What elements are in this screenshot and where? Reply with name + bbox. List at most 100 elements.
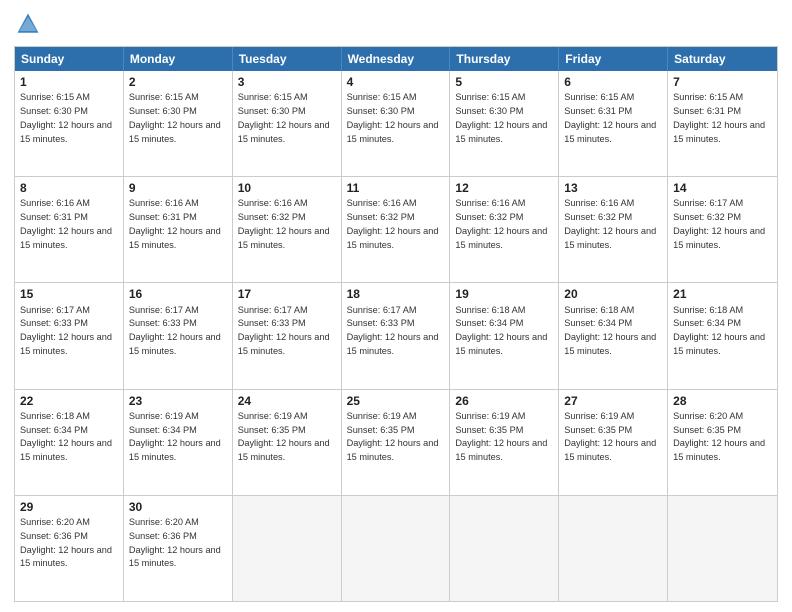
empty-cell <box>450 496 559 601</box>
page: Sunday Monday Tuesday Wednesday Thursday… <box>0 0 792 612</box>
empty-cell <box>342 496 451 601</box>
empty-cell <box>233 496 342 601</box>
header-friday: Friday <box>559 47 668 71</box>
day-cell-11: 11 Sunrise: 6:16 AMSunset: 6:32 PMDaylig… <box>342 177 451 282</box>
day-cell-22: 22 Sunrise: 6:18 AMSunset: 6:34 PMDaylig… <box>15 390 124 495</box>
day-cell-4: 4 Sunrise: 6:15 AMSunset: 6:30 PMDayligh… <box>342 71 451 176</box>
day-cell-29: 29 Sunrise: 6:20 AMSunset: 6:36 PMDaylig… <box>15 496 124 601</box>
day-number: 23 <box>129 393 227 409</box>
day-number: 27 <box>564 393 662 409</box>
day-cell-27: 27 Sunrise: 6:19 AMSunset: 6:35 PMDaylig… <box>559 390 668 495</box>
header-thursday: Thursday <box>450 47 559 71</box>
day-cell-26: 26 Sunrise: 6:19 AMSunset: 6:35 PMDaylig… <box>450 390 559 495</box>
day-info: Sunrise: 6:16 AMSunset: 6:32 PMDaylight:… <box>564 198 656 249</box>
empty-cell <box>668 496 777 601</box>
day-info: Sunrise: 6:16 AMSunset: 6:31 PMDaylight:… <box>20 198 112 249</box>
day-number: 18 <box>347 286 445 302</box>
day-cell-20: 20 Sunrise: 6:18 AMSunset: 6:34 PMDaylig… <box>559 283 668 388</box>
logo-icon <box>14 10 42 38</box>
day-number: 17 <box>238 286 336 302</box>
day-info: Sunrise: 6:17 AMSunset: 6:33 PMDaylight:… <box>347 305 439 356</box>
day-cell-28: 28 Sunrise: 6:20 AMSunset: 6:35 PMDaylig… <box>668 390 777 495</box>
day-cell-25: 25 Sunrise: 6:19 AMSunset: 6:35 PMDaylig… <box>342 390 451 495</box>
calendar-row-2: 8 Sunrise: 6:16 AMSunset: 6:31 PMDayligh… <box>15 177 777 283</box>
day-info: Sunrise: 6:19 AMSunset: 6:35 PMDaylight:… <box>347 411 439 462</box>
header-sunday: Sunday <box>15 47 124 71</box>
day-info: Sunrise: 6:16 AMSunset: 6:31 PMDaylight:… <box>129 198 221 249</box>
day-cell-2: 2 Sunrise: 6:15 AMSunset: 6:30 PMDayligh… <box>124 71 233 176</box>
day-info: Sunrise: 6:16 AMSunset: 6:32 PMDaylight:… <box>455 198 547 249</box>
day-info: Sunrise: 6:20 AMSunset: 6:36 PMDaylight:… <box>20 517 112 568</box>
calendar-row-3: 15 Sunrise: 6:17 AMSunset: 6:33 PMDaylig… <box>15 283 777 389</box>
header-tuesday: Tuesday <box>233 47 342 71</box>
day-number: 22 <box>20 393 118 409</box>
day-cell-6: 6 Sunrise: 6:15 AMSunset: 6:31 PMDayligh… <box>559 71 668 176</box>
day-info: Sunrise: 6:15 AMSunset: 6:30 PMDaylight:… <box>455 92 547 143</box>
day-number: 28 <box>673 393 772 409</box>
day-cell-14: 14 Sunrise: 6:17 AMSunset: 6:32 PMDaylig… <box>668 177 777 282</box>
day-cell-7: 7 Sunrise: 6:15 AMSunset: 6:31 PMDayligh… <box>668 71 777 176</box>
day-number: 1 <box>20 74 118 90</box>
day-cell-5: 5 Sunrise: 6:15 AMSunset: 6:30 PMDayligh… <box>450 71 559 176</box>
day-cell-12: 12 Sunrise: 6:16 AMSunset: 6:32 PMDaylig… <box>450 177 559 282</box>
day-cell-18: 18 Sunrise: 6:17 AMSunset: 6:33 PMDaylig… <box>342 283 451 388</box>
day-number: 25 <box>347 393 445 409</box>
day-info: Sunrise: 6:16 AMSunset: 6:32 PMDaylight:… <box>347 198 439 249</box>
day-cell-23: 23 Sunrise: 6:19 AMSunset: 6:34 PMDaylig… <box>124 390 233 495</box>
day-cell-1: 1 Sunrise: 6:15 AMSunset: 6:30 PMDayligh… <box>15 71 124 176</box>
logo <box>14 10 46 38</box>
day-number: 11 <box>347 180 445 196</box>
day-number: 20 <box>564 286 662 302</box>
day-number: 6 <box>564 74 662 90</box>
calendar-row-4: 22 Sunrise: 6:18 AMSunset: 6:34 PMDaylig… <box>15 390 777 496</box>
day-cell-19: 19 Sunrise: 6:18 AMSunset: 6:34 PMDaylig… <box>450 283 559 388</box>
day-cell-24: 24 Sunrise: 6:19 AMSunset: 6:35 PMDaylig… <box>233 390 342 495</box>
day-info: Sunrise: 6:18 AMSunset: 6:34 PMDaylight:… <box>20 411 112 462</box>
day-info: Sunrise: 6:17 AMSunset: 6:33 PMDaylight:… <box>20 305 112 356</box>
day-number: 24 <box>238 393 336 409</box>
header-saturday: Saturday <box>668 47 777 71</box>
day-info: Sunrise: 6:20 AMSunset: 6:36 PMDaylight:… <box>129 517 221 568</box>
day-cell-9: 9 Sunrise: 6:16 AMSunset: 6:31 PMDayligh… <box>124 177 233 282</box>
day-cell-21: 21 Sunrise: 6:18 AMSunset: 6:34 PMDaylig… <box>668 283 777 388</box>
day-number: 15 <box>20 286 118 302</box>
day-info: Sunrise: 6:15 AMSunset: 6:30 PMDaylight:… <box>129 92 221 143</box>
day-number: 29 <box>20 499 118 515</box>
calendar-row-1: 1 Sunrise: 6:15 AMSunset: 6:30 PMDayligh… <box>15 71 777 177</box>
day-number: 21 <box>673 286 772 302</box>
day-info: Sunrise: 6:15 AMSunset: 6:30 PMDaylight:… <box>347 92 439 143</box>
day-number: 13 <box>564 180 662 196</box>
calendar-header: Sunday Monday Tuesday Wednesday Thursday… <box>15 47 777 71</box>
day-number: 16 <box>129 286 227 302</box>
header <box>14 10 778 38</box>
day-cell-10: 10 Sunrise: 6:16 AMSunset: 6:32 PMDaylig… <box>233 177 342 282</box>
day-cell-3: 3 Sunrise: 6:15 AMSunset: 6:30 PMDayligh… <box>233 71 342 176</box>
day-info: Sunrise: 6:15 AMSunset: 6:30 PMDaylight:… <box>238 92 330 143</box>
day-info: Sunrise: 6:19 AMSunset: 6:35 PMDaylight:… <box>455 411 547 462</box>
day-info: Sunrise: 6:15 AMSunset: 6:31 PMDaylight:… <box>673 92 765 143</box>
day-number: 2 <box>129 74 227 90</box>
day-number: 14 <box>673 180 772 196</box>
day-info: Sunrise: 6:18 AMSunset: 6:34 PMDaylight:… <box>673 305 765 356</box>
day-info: Sunrise: 6:19 AMSunset: 6:35 PMDaylight:… <box>238 411 330 462</box>
day-cell-17: 17 Sunrise: 6:17 AMSunset: 6:33 PMDaylig… <box>233 283 342 388</box>
calendar: Sunday Monday Tuesday Wednesday Thursday… <box>14 46 778 602</box>
day-number: 9 <box>129 180 227 196</box>
day-number: 30 <box>129 499 227 515</box>
day-info: Sunrise: 6:18 AMSunset: 6:34 PMDaylight:… <box>564 305 656 356</box>
day-number: 5 <box>455 74 553 90</box>
day-info: Sunrise: 6:15 AMSunset: 6:30 PMDaylight:… <box>20 92 112 143</box>
day-info: Sunrise: 6:19 AMSunset: 6:34 PMDaylight:… <box>129 411 221 462</box>
calendar-row-5: 29 Sunrise: 6:20 AMSunset: 6:36 PMDaylig… <box>15 496 777 601</box>
day-number: 7 <box>673 74 772 90</box>
day-number: 3 <box>238 74 336 90</box>
day-cell-8: 8 Sunrise: 6:16 AMSunset: 6:31 PMDayligh… <box>15 177 124 282</box>
calendar-body: 1 Sunrise: 6:15 AMSunset: 6:30 PMDayligh… <box>15 71 777 601</box>
day-info: Sunrise: 6:17 AMSunset: 6:32 PMDaylight:… <box>673 198 765 249</box>
day-cell-15: 15 Sunrise: 6:17 AMSunset: 6:33 PMDaylig… <box>15 283 124 388</box>
day-info: Sunrise: 6:15 AMSunset: 6:31 PMDaylight:… <box>564 92 656 143</box>
day-number: 10 <box>238 180 336 196</box>
empty-cell <box>559 496 668 601</box>
header-monday: Monday <box>124 47 233 71</box>
day-cell-30: 30 Sunrise: 6:20 AMSunset: 6:36 PMDaylig… <box>124 496 233 601</box>
